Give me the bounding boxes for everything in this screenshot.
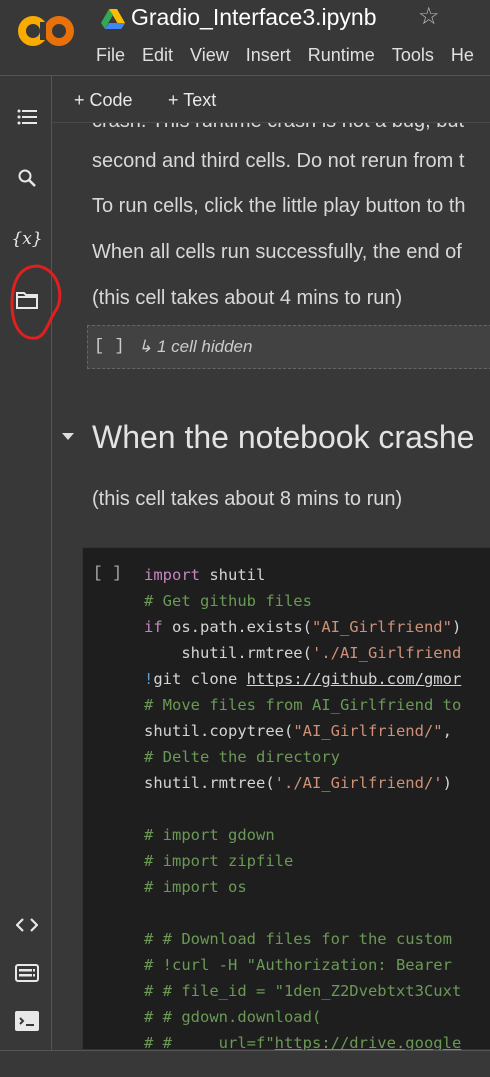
menu-bar: File Edit View Insert Runtime Tools He: [96, 45, 490, 66]
code-line: # # url=f"https://drive.google: [144, 1030, 461, 1050]
code-line: # Move files from AI_Girlfriend to: [144, 692, 461, 718]
code-token: ,: [442, 722, 452, 740]
code-line: shutil.rmtree('./AI_Girlfriend/'): [144, 770, 461, 796]
code-line: # Get github files: [144, 588, 461, 614]
code-line: shutil.rmtree('./AI_Girlfriend: [144, 640, 461, 666]
code-token: "AI_Girlfriend": [311, 618, 452, 636]
text-line: (this cell takes about 8 mins to run): [92, 488, 403, 510]
code-line: # # Download files for the custom: [144, 926, 461, 952]
add-text-button[interactable]: + Text: [168, 90, 216, 111]
menu-runtime[interactable]: Runtime: [308, 45, 375, 66]
code-token: # !curl -H "Authorization: Bearer: [144, 956, 452, 974]
code-token: # import os: [144, 878, 247, 896]
code-line: # # gdown.download(: [144, 1004, 461, 1030]
menu-file[interactable]: File: [96, 45, 125, 66]
status-bar: [0, 1050, 490, 1077]
code-token: !: [144, 670, 154, 688]
code-token: os.path.exists(: [162, 618, 312, 636]
code-line: # # file_id = "1den_Z2Dvebtxt3Cuxt: [144, 978, 461, 1004]
hidden-cells-toggle[interactable]: [ ] ↳ 1 cell hidden: [87, 325, 490, 369]
section-heading: When the notebook crashe: [92, 419, 475, 455]
code-cell[interactable]: [ ] import shutil # Get github files if os…: [82, 547, 490, 1050]
code-token: './AI_Girlfriend: [311, 644, 462, 662]
star-icon[interactable]: ☆: [418, 2, 440, 31]
menu-insert[interactable]: Insert: [246, 45, 291, 66]
code-token: shutil.copytree(: [144, 722, 294, 740]
text-line: (this cell takes about 4 mins to run): [92, 287, 403, 309]
code-token: "AI_Girlfriend/": [293, 722, 443, 740]
google-drive-icon[interactable]: [101, 8, 125, 30]
text-line: second and third cells. Do not rerun fro…: [92, 150, 465, 172]
text-line: When all cells run successfully, the end…: [92, 241, 462, 263]
run-cell-button[interactable]: [ ]: [93, 564, 122, 582]
code-line: # Delte the directory: [144, 744, 461, 770]
code-token: # # Download files for the custom: [144, 930, 452, 948]
text-line: To run cells, click the little play butt…: [92, 195, 466, 217]
add-code-button[interactable]: + Code: [74, 90, 133, 111]
code-token: # # gdown.download(: [144, 1008, 322, 1026]
terminal-icon[interactable]: [14, 1008, 40, 1034]
code-snippets-icon[interactable]: [14, 912, 40, 938]
colab-logo[interactable]: [18, 14, 76, 48]
menu-view[interactable]: View: [190, 45, 229, 66]
code-token: # import gdown: [144, 826, 275, 844]
toolbar: + Code + Text: [53, 77, 490, 123]
menu-edit[interactable]: Edit: [142, 45, 173, 66]
code-line: # import os: [144, 874, 461, 900]
code-editor[interactable]: import shutil # Get github files if os.pat…: [144, 562, 461, 1050]
notebook-title[interactable]: Gradio_Interface3.ipynb: [131, 4, 377, 31]
code-token: if: [144, 618, 163, 636]
code-token: git clone: [153, 670, 247, 688]
code-token: # Move files from AI_Girlfriend to: [144, 696, 462, 714]
menu-tools[interactable]: Tools: [392, 45, 434, 66]
code-token: https://drive.google: [274, 1034, 462, 1050]
code-line: if os.path.exists("AI_Girlfriend"): [144, 614, 461, 640]
table-of-contents-icon[interactable]: [14, 104, 40, 130]
code-token: './AI_Girlfriend/': [274, 774, 443, 792]
search-icon[interactable]: [14, 165, 40, 191]
code-token: shutil.rmtree(: [144, 644, 312, 662]
code-line: import shutil: [144, 562, 461, 588]
code-token: ): [451, 618, 462, 636]
menu-help[interactable]: He: [451, 45, 474, 66]
code-token: # # url=f": [144, 1034, 275, 1050]
code-token: shutil.rmtree(: [144, 774, 275, 792]
left-sidebar: {x}: [0, 76, 62, 1050]
code-token: # Get github files: [144, 592, 312, 610]
hidden-cells-label[interactable]: ↳ 1 cell hidden: [138, 337, 252, 357]
collapse-section-icon[interactable]: [62, 433, 74, 440]
variables-icon[interactable]: {x}: [11, 226, 42, 252]
code-token: # import zipfile: [144, 852, 294, 870]
code-token: ): [442, 774, 452, 792]
code-token: # # file_id = "1den_Z2Dvebtxt3Cuxt: [144, 982, 462, 1000]
command-palette-icon[interactable]: [14, 960, 40, 986]
code-line: # import gdown: [144, 822, 461, 848]
code-token: shutil: [200, 566, 266, 584]
run-cell-button[interactable]: [ ]: [94, 337, 125, 356]
code-line: # import zipfile: [144, 848, 461, 874]
title-bar: Gradio_Interface3.ipynb ☆ File Edit View…: [0, 0, 490, 76]
code-token: https://github.com/gmor: [246, 670, 462, 688]
notebook-content: crash. This runtime crash is not a bug, …: [53, 77, 490, 1050]
code-line: shutil.copytree("AI_Girlfriend/",: [144, 718, 461, 744]
code-token: import: [144, 566, 200, 584]
code-line: !git clone https://github.com/gmor: [144, 666, 461, 692]
code-line: # !curl -H "Authorization: Bearer: [144, 952, 461, 978]
code-token: # Delte the directory: [144, 748, 340, 766]
